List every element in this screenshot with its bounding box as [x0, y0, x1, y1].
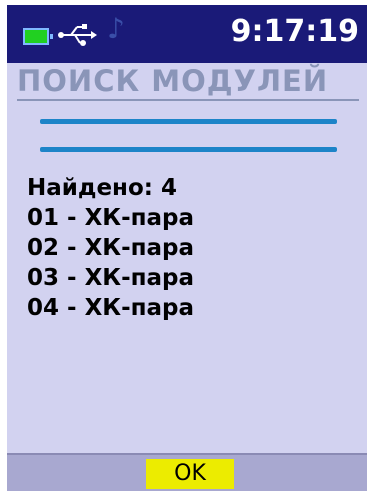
list-item: 02 - ХК-пара — [27, 235, 195, 261]
list-item: 03 - ХК-пара — [27, 265, 195, 291]
found-count: Найдено: 4 — [27, 175, 177, 201]
music-note-icon: ♪ — [107, 12, 125, 45]
progress-bar — [40, 119, 337, 124]
usb-icon — [58, 24, 97, 46]
page-title: ПОИСК МОДУЛЕЙ — [17, 64, 329, 98]
list-item: 04 - ХК-пара — [27, 295, 195, 321]
progress-bar — [40, 147, 337, 152]
list-item: 01 - ХК-пара — [27, 205, 195, 231]
status-bar: ♪ 9:17:19 — [7, 5, 367, 63]
device-screen: ♪ 9:17:19 ПОИСК МОДУЛЕЙ Найдено: 4 01 - … — [7, 5, 367, 491]
ok-button[interactable]: OK — [146, 459, 234, 489]
clock: 9:17:19 — [230, 14, 359, 49]
battery-icon — [23, 28, 53, 45]
title-divider — [17, 99, 359, 101]
results-list: Найдено: 4 01 - ХК-пара 02 - ХК-пара 03 … — [27, 173, 194, 323]
softkey-bar: OK — [7, 453, 367, 491]
